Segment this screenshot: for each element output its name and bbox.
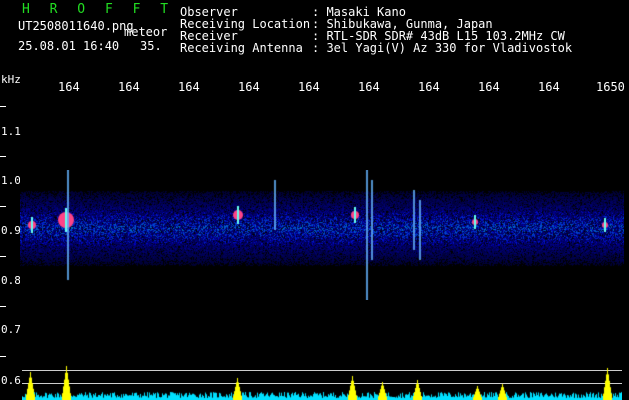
time-tick: 164 [178,80,200,94]
spectrogram-image [20,170,624,300]
time-tick: 164 [478,80,500,94]
time-tick: 164 [58,80,80,94]
meteor-count: 35. [140,39,162,53]
freq-label: 0.9 [1,224,21,237]
antenna-label: Receiving Antenna [180,41,303,55]
station-name: H R O F F T [22,2,175,17]
freq-tick [0,156,6,157]
time-tick: 164 [418,80,440,94]
time-tick: 164 [298,80,320,94]
time-tick: 164 [238,80,260,94]
time-tick: 164 [358,80,380,94]
time-tick: 164 [118,80,140,94]
freq-tick [0,256,6,257]
detection-type: meteor [124,25,168,39]
time-tick: 164 [538,80,560,94]
filename: UT2508011640.png [18,19,134,33]
freq-tick [0,356,6,357]
freq-tick [0,206,6,207]
freq-label: 0.6 [1,374,21,387]
freq-tick [0,306,6,307]
activity-graph [22,360,622,400]
datetime: 25.08.01 16:40 [18,39,120,53]
freq-tick [0,106,6,107]
freq-label: 0.8 [1,274,21,287]
unit-label: kHz [1,73,21,86]
freq-label: 1.1 [1,125,21,138]
freq-label: 1.0 [1,174,21,187]
freq-label: 0.7 [1,323,21,336]
time-tick: 1650 [596,80,625,94]
antenna-value: : 3el Yagi(V) Az 330 for Vladivostok [312,41,573,55]
